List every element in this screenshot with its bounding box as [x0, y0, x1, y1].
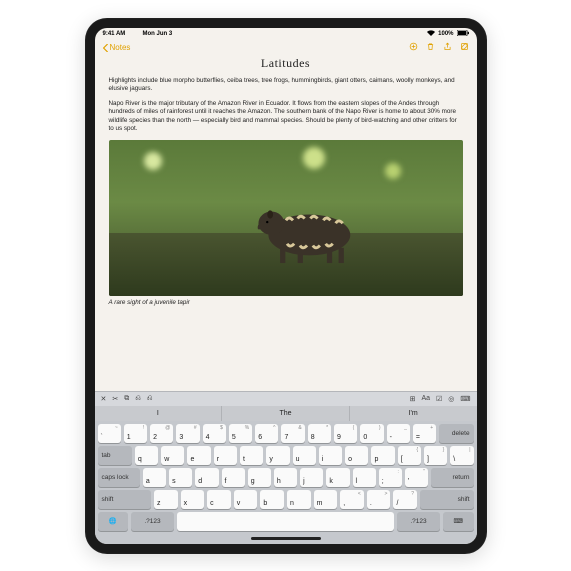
note-paragraph-1: Highlights include blue morpho butterfli… [109, 77, 463, 94]
redo-icon[interactable]: ⎌ [147, 395, 153, 403]
key-[interactable]: \| [450, 446, 473, 465]
key-3[interactable]: 3# [176, 424, 199, 443]
key-123[interactable]: .?123 [131, 512, 174, 531]
nav-bar: Notes [95, 40, 477, 56]
tapir-illustration [215, 194, 392, 264]
table-icon[interactable]: ⊞ [410, 395, 416, 403]
key-0[interactable]: 0) [360, 424, 383, 443]
close-toolbar-icon[interactable]: ✕ [101, 395, 107, 403]
key-e[interactable]: e [187, 446, 210, 465]
attach-icon[interactable] [409, 42, 418, 53]
key-r[interactable]: r [214, 446, 237, 465]
cut-icon[interactable]: ✂ [112, 395, 118, 403]
back-button[interactable]: Notes [103, 43, 131, 52]
share-icon[interactable] [443, 42, 452, 53]
key-1[interactable]: 1! [124, 424, 147, 443]
key-7[interactable]: 7& [281, 424, 304, 443]
key-[interactable]: =+ [413, 424, 436, 443]
key-o[interactable]: o [345, 446, 368, 465]
key-[interactable]: ;: [379, 468, 402, 487]
screen: 9:41 AM Mon Jun 3 100% Notes Latitudes H… [95, 28, 477, 544]
status-date: Mon Jun 3 [143, 31, 173, 37]
key-f[interactable]: f [222, 468, 245, 487]
key-123[interactable]: .?123 [397, 512, 440, 531]
key-q[interactable]: q [135, 446, 158, 465]
key-5[interactable]: 5% [229, 424, 252, 443]
checklist-icon[interactable]: ☑ [436, 395, 442, 403]
key-d[interactable]: d [195, 468, 218, 487]
keyboard-toolbar: ✕ ✂ ⧉ ⎌ ⎌ ⊞ Aa ☑ ◎ ⌨ [95, 391, 477, 406]
key-x[interactable]: x [181, 490, 205, 509]
key-b[interactable]: b [260, 490, 284, 509]
key-j[interactable]: j [300, 468, 323, 487]
key-6[interactable]: 6^ [255, 424, 278, 443]
ipad-device-frame: 9:41 AM Mon Jun 3 100% Notes Latitudes H… [85, 18, 487, 554]
key-4[interactable]: 4$ [203, 424, 226, 443]
key-t[interactable]: t [240, 446, 263, 465]
key-z[interactable]: z [154, 490, 178, 509]
trash-icon[interactable] [426, 42, 435, 53]
suggestion-1[interactable]: I [95, 406, 223, 421]
key-u[interactable]: u [293, 446, 316, 465]
key-shift[interactable]: shift [420, 490, 473, 509]
key-p[interactable]: p [371, 446, 394, 465]
key-m[interactable]: m [314, 490, 338, 509]
predictive-bar: I The I'm [95, 406, 477, 421]
key-8[interactable]: 8* [308, 424, 331, 443]
key-k[interactable]: k [326, 468, 349, 487]
note-image[interactable] [109, 140, 463, 296]
key-[interactable]: -_ [387, 424, 410, 443]
key-[interactable]: ⌨ [443, 512, 474, 531]
key-s[interactable]: s [169, 468, 192, 487]
key-[interactable]: 🌐 [98, 512, 129, 531]
battery-percent: 100% [438, 31, 453, 37]
key-h[interactable]: h [274, 468, 297, 487]
key-c[interactable]: c [207, 490, 231, 509]
suggestion-3[interactable]: I'm [350, 406, 477, 421]
key-[interactable]: [{ [398, 446, 421, 465]
compose-icon[interactable] [460, 42, 469, 53]
undo-icon[interactable]: ⎌ [135, 395, 141, 403]
key-i[interactable]: i [319, 446, 342, 465]
key-[interactable] [177, 512, 394, 531]
key-2[interactable]: 2@ [150, 424, 173, 443]
note-paragraph-2: Napo River is the major tributary of the… [109, 100, 463, 134]
key-a[interactable]: a [143, 468, 166, 487]
markup-icon[interactable]: ⌨ [460, 395, 470, 403]
image-caption: A rare sight of a juvenile tapir [109, 299, 463, 306]
suggestion-2[interactable]: The [222, 406, 350, 421]
key-n[interactable]: n [287, 490, 311, 509]
status-bar: 9:41 AM Mon Jun 3 100% [95, 28, 477, 40]
key-y[interactable]: y [266, 446, 289, 465]
wifi-icon [427, 30, 435, 38]
key-[interactable]: ]} [424, 446, 447, 465]
key-[interactable]: /? [393, 490, 417, 509]
key-[interactable]: .> [367, 490, 391, 509]
key-g[interactable]: g [248, 468, 271, 487]
home-indicator[interactable] [95, 534, 477, 544]
camera-icon[interactable]: ◎ [448, 395, 454, 403]
battery-icon [457, 30, 469, 38]
key-[interactable]: ,< [340, 490, 364, 509]
key-l[interactable]: l [353, 468, 376, 487]
key-shift[interactable]: shift [98, 490, 151, 509]
keyboard: `~1!2@3#4$5%6^7&8*9(0)-_=+delete tabqwer… [95, 421, 477, 534]
key-9[interactable]: 9( [334, 424, 357, 443]
key-tab[interactable]: tab [98, 446, 132, 465]
note-title: Latitudes [109, 56, 463, 71]
format-icon[interactable]: Aa [421, 395, 430, 402]
note-content[interactable]: Latitudes Highlights include blue morpho… [95, 56, 477, 391]
key-delete[interactable]: delete [439, 424, 473, 443]
key-[interactable]: `~ [98, 424, 121, 443]
copy-icon[interactable]: ⧉ [124, 395, 129, 403]
key-[interactable]: '" [405, 468, 428, 487]
status-time: 9:41 AM [103, 31, 126, 37]
back-label: Notes [110, 43, 131, 52]
key-v[interactable]: v [234, 490, 258, 509]
key-return[interactable]: return [431, 468, 473, 487]
key-w[interactable]: w [161, 446, 184, 465]
key-capslock[interactable]: caps lock [98, 468, 140, 487]
